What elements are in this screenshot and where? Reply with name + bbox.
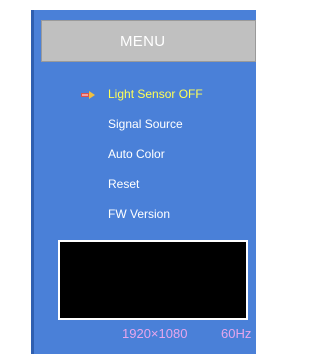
menu-item-reset[interactable]: Reset [108,177,139,191]
menu-item-signal-source[interactable]: Signal Source [108,117,183,131]
panel-left-border [31,10,34,354]
menu-title: MENU [120,33,166,50]
pointer-arrow-icon [81,91,95,99]
menu-item-light-sensor[interactable]: Light Sensor OFF [108,87,203,101]
menu-header: MENU [41,20,256,62]
refresh-rate-readout: 60Hz [221,326,252,341]
resolution-readout: 1920×1080 [122,326,188,341]
preview-window [58,240,248,320]
menu-item-fw-version[interactable]: FW Version [108,207,170,221]
osd-menu-panel: MENU Light Sensor OFF Signal Source Auto… [31,10,256,354]
menu-item-auto-color[interactable]: Auto Color [108,147,165,161]
